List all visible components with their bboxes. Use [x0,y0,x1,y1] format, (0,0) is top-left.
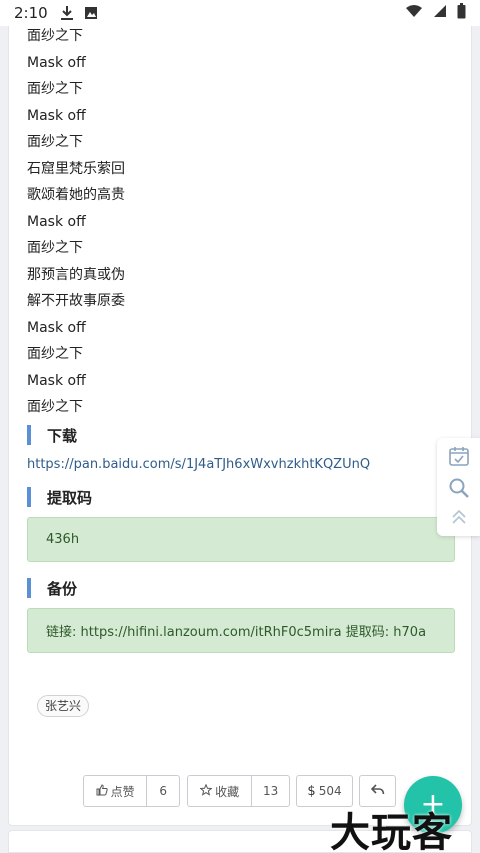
code-notice: 436h [27,517,455,562]
status-right [405,3,466,23]
like-count: 6 [159,784,167,798]
artist-tag[interactable]: 张艺兴 [37,695,90,717]
section-title-backup: 备份 [47,579,78,598]
lyric-line: Mask off [27,213,86,230]
watermark-text: 大玩客 [330,809,453,853]
coin-count: 504 [318,784,342,798]
download-icon [60,5,74,21]
section-accent-bar [27,425,31,445]
lyric-line: 面纱之下 [27,399,83,415]
lyric-line: 面纱之下 [27,28,83,44]
section-download: 下载 [27,424,77,446]
lyric-line: Mask off [27,107,86,124]
section-title-code: 提取码 [47,488,93,507]
signal-icon [433,4,447,22]
battery-icon [457,3,466,23]
like-button[interactable]: 点赞 6 [83,775,180,807]
image-icon [84,6,98,20]
favorite-count: 13 [263,784,279,798]
section-code: 提取码 [27,486,92,508]
search-icon[interactable] [448,477,470,503]
lyric-line: 面纱之下 [27,240,83,256]
lyric-line: 石窟里梵乐萦回 [27,160,125,177]
reply-icon [370,783,385,799]
favorite-label: 收藏 [215,784,240,799]
dollar-icon: $ [307,783,316,799]
status-time: 2:10 [14,4,48,22]
thumbs-up-icon [96,783,108,799]
extraction-code: 436h [46,532,80,547]
like-label: 点赞 [110,784,135,799]
section-accent-bar [27,578,31,598]
like-label-part[interactable]: 点赞 [84,776,146,806]
star-icon [199,783,213,799]
favorite-button[interactable]: 收藏 13 [187,775,290,807]
lyrics-block: 面纱之下 Mask off 面纱之下 Mask off 面纱之下 石窟里梵乐萦回 歌颂着她的… [27,23,125,421]
wifi-icon [405,4,423,22]
backup-link-text[interactable]: 链接: https://hifini.lanzoum.com/itRhF0c5m… [46,621,426,640]
backup-notice: 链接: https://hifini.lanzoum.com/itRhF0c5m… [27,608,455,653]
post-card: 面纱之下 Mask off 面纱之下 Mask off 面纱之下 石窟里梵乐萦回 歌颂着她的… [8,18,472,826]
lyric-line: Mask off [27,319,86,336]
status-bar: 2:10 [0,0,480,26]
lyric-line: 面纱之下 [27,81,83,97]
lyric-line: 面纱之下 [27,134,83,150]
calendar-check-icon[interactable] [448,445,470,471]
lyric-line: Mask off [27,54,86,71]
lyric-line: Mask off [27,372,86,389]
section-title-download: 下载 [47,426,78,445]
side-tool-panel [437,438,480,536]
lyric-line: 面纱之下 [27,346,83,362]
favorite-label-part[interactable]: 收藏 [188,776,251,806]
section-backup: 备份 [27,577,77,599]
chevron-up-icon[interactable] [451,509,467,529]
lyric-line: 解不开故事原委 [27,293,125,309]
download-link[interactable]: https://pan.baidu.com/s/1J4aTJh6xWxvhzkh… [27,457,370,472]
lyric-line: 那预言的真或伪 [27,266,125,283]
section-accent-bar [27,487,31,507]
lyric-line: 歌颂着她的高贵 [27,187,125,203]
